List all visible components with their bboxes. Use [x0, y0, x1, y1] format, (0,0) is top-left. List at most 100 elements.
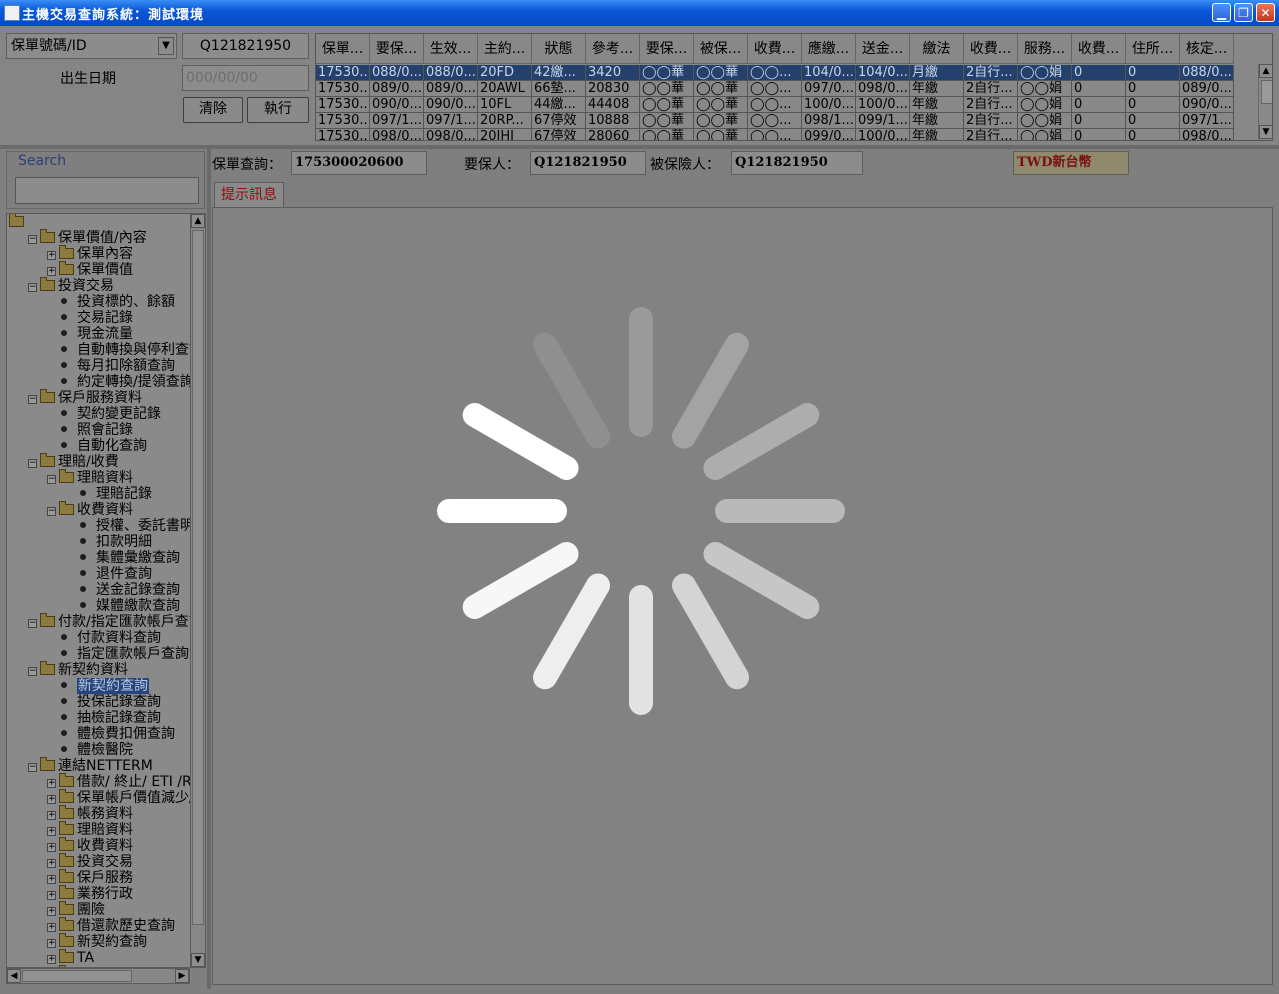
clear-button[interactable]: 清除 — [183, 97, 243, 123]
tree-node[interactable]: 媒體繳款查詢 — [66, 598, 180, 614]
collapse-icon[interactable]: − — [28, 283, 37, 292]
table-scrollbar[interactable]: ▲ ▼ — [1258, 64, 1272, 140]
tree-vertical-scrollbar[interactable]: ▲ ▼ — [190, 213, 206, 968]
tree-node[interactable]: − 理賠資料 — [47, 469, 133, 486]
tree-node[interactable]: 付款資料查詢 — [47, 630, 161, 646]
expand-icon[interactable]: + — [47, 843, 56, 852]
expand-icon[interactable]: + — [47, 891, 56, 900]
expand-icon[interactable]: + — [47, 251, 56, 260]
tree-node[interactable]: − 理賠/收費 — [28, 453, 119, 470]
tree-node[interactable]: + 借還款歷史查詢 — [47, 917, 175, 934]
table-row[interactable]: 17530... 098/0... 098/0... 20JHI 67停效 28060 ◯◯… — [316, 129, 1234, 140]
tree-node[interactable]: + TA — [47, 949, 94, 966]
column-header[interactable]: 要保... — [370, 34, 424, 64]
expand-icon[interactable]: + — [47, 827, 56, 836]
execute-button[interactable]: 執行 — [247, 97, 309, 123]
tree-node[interactable]: − 付款/指定匯款帳戶查詢 — [28, 613, 190, 630]
column-header[interactable]: 主約... — [478, 34, 532, 64]
expand-icon[interactable]: + — [47, 795, 56, 804]
collapse-icon[interactable]: − — [28, 619, 37, 628]
column-header[interactable]: 要保... — [640, 34, 694, 64]
collapse-icon[interactable]: − — [28, 667, 37, 676]
tree-node[interactable]: + 保單帳戶價值減少/... — [47, 789, 190, 806]
table-row[interactable]: 17530... 089/0... 089/0... 20AWL 66墊... 20830… — [316, 81, 1234, 97]
tree-node[interactable]: + 業務行政 — [47, 885, 133, 902]
tree-node[interactable]: − 新契約資料 — [28, 661, 128, 678]
birth-date-input[interactable]: 000/00/00 — [182, 65, 309, 91]
id-input[interactable]: Q121821950 — [182, 33, 309, 59]
tree-node[interactable]: − 連結NETTERM — [28, 757, 153, 774]
scroll-up-icon[interactable]: ▲ — [1259, 64, 1272, 78]
column-header[interactable]: 核定... — [1180, 34, 1234, 64]
collapse-icon[interactable]: − — [28, 235, 37, 244]
tree-node[interactable]: 指定匯款帳戶查詢 — [47, 646, 189, 662]
scroll-right-icon[interactable]: ▶ — [175, 969, 189, 983]
tree-node[interactable]: 契約變更記錄 — [47, 406, 161, 422]
scroll-up-icon[interactable]: ▲ — [191, 214, 205, 228]
tree-node[interactable]: 投保記錄查詢 — [47, 694, 161, 710]
scroll-down-icon[interactable]: ▼ — [191, 953, 205, 967]
tree-node[interactable]: 自動化查詢 — [47, 438, 147, 454]
tree-node[interactable]: 扣款明細 — [66, 534, 152, 550]
minimize-button[interactable]: ▁ — [1212, 3, 1231, 22]
tree-node[interactable]: − 收費資料 — [47, 501, 133, 518]
vertical-splitter[interactable] — [207, 149, 211, 989]
tree-node[interactable]: 現金流量 — [47, 326, 133, 342]
table-row[interactable]: 17530... 088/0... 088/0... 20FD 42繳... 3420 ◯◯… — [316, 65, 1234, 81]
tree-node[interactable]: + 帳務資料 — [47, 805, 133, 822]
table-row[interactable]: 17530... 097/1... 097/1... 20RP... 67停效 10888… — [316, 113, 1234, 129]
tab-notice-message[interactable]: 提示訊息 — [214, 182, 284, 208]
column-header[interactable]: 收費... — [1072, 34, 1126, 64]
tree-node[interactable]: 集體彙繳查詢 — [66, 550, 180, 566]
scroll-thumb[interactable] — [22, 970, 132, 982]
collapse-icon[interactable]: − — [28, 763, 37, 772]
column-header[interactable]: 收費... — [748, 34, 802, 64]
expand-icon[interactable]: + — [47, 923, 56, 932]
tree-node[interactable]: − 保戶服務資料 — [28, 389, 142, 406]
expand-icon[interactable]: + — [47, 939, 56, 948]
column-header[interactable]: 參考... — [586, 34, 640, 64]
tree-node[interactable]: 體檢醫院 — [47, 742, 133, 758]
tree-node[interactable]: 每月扣除額查詢 — [47, 358, 175, 374]
collapse-icon[interactable]: − — [28, 459, 37, 468]
maximize-button[interactable]: ❐ — [1234, 3, 1253, 22]
tree-node[interactable]: 交易記錄 — [47, 310, 133, 326]
tree-node[interactable]: 退件查詢 — [66, 566, 152, 582]
collapse-icon[interactable]: − — [47, 475, 56, 484]
tree-node[interactable] — [9, 214, 27, 230]
column-header[interactable]: 生效... — [424, 34, 478, 64]
column-header[interactable]: 狀態 — [532, 34, 586, 64]
chevron-down-icon[interactable]: ▼ — [158, 37, 174, 55]
tree-node[interactable]: + 收費資料 — [47, 837, 133, 854]
column-header[interactable]: 送金... — [856, 34, 910, 64]
tree-node[interactable]: 照會記錄 — [47, 422, 133, 438]
collapse-icon[interactable]: − — [28, 395, 37, 404]
tree-node[interactable]: 理賠記錄 — [66, 486, 152, 502]
tree-node[interactable]: 授權、委託書明細 — [66, 518, 190, 534]
tree-node[interactable]: 新契約查詢 — [47, 678, 149, 694]
close-button[interactable]: ✕ — [1256, 3, 1275, 22]
tree-node[interactable]: + 理賠資料 — [47, 821, 133, 838]
tree-node[interactable]: 投資標的、餘額 — [47, 294, 175, 310]
tree-node[interactable]: 送金記錄查詢 — [66, 582, 180, 598]
tree-node[interactable]: + 團險 — [47, 901, 105, 918]
tree-node[interactable]: 約定轉換/提領查詢 — [47, 374, 190, 390]
column-header[interactable]: 收費... — [964, 34, 1018, 64]
expand-icon[interactable]: + — [47, 955, 56, 964]
tree-node[interactable]: + 投資交易 — [47, 853, 133, 870]
column-header[interactable]: 住所... — [1126, 34, 1180, 64]
expand-icon[interactable]: + — [47, 907, 56, 916]
tree-node[interactable]: 抽檢記錄查詢 — [47, 710, 161, 726]
horizontal-splitter[interactable] — [0, 145, 1279, 149]
tree-node[interactable]: + 保戶服務 — [47, 869, 133, 886]
search-input[interactable] — [15, 177, 199, 204]
tree-node[interactable]: 自動轉換與停利查詢 — [47, 342, 190, 358]
tree-horizontal-scrollbar[interactable]: ◀ ▶ — [6, 968, 190, 984]
scroll-down-icon[interactable]: ▼ — [1259, 125, 1272, 139]
tree-node[interactable]: − 投資交易 — [28, 277, 114, 294]
tree-node[interactable]: − 保單價值/內容 — [28, 229, 147, 246]
table-row[interactable]: 17530... 090/0... 090/0... 10FL 44繳... 44408 ◯… — [316, 97, 1234, 113]
tree-node[interactable]: + 保單價值 — [47, 261, 133, 278]
column-header[interactable]: 應繳... — [802, 34, 856, 64]
tree-node[interactable]: + 保單內容 — [47, 245, 133, 262]
